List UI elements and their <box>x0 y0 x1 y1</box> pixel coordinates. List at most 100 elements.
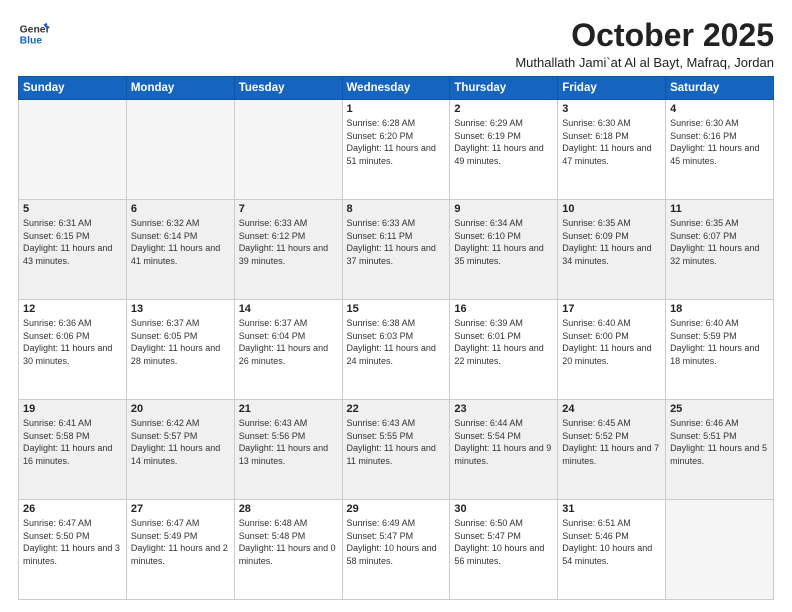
sunrise-text: Sunrise: 6:51 AM <box>562 517 661 530</box>
calendar-cell <box>234 100 342 200</box>
cell-info: Sunrise: 6:47 AMSunset: 5:50 PMDaylight:… <box>23 517 122 567</box>
calendar-cell: 26 Sunrise: 6:47 AMSunset: 5:50 PMDayligh… <box>19 500 127 600</box>
sunrise-text: Sunrise: 6:38 AM <box>347 317 446 330</box>
calendar-cell: 2Sunrise: 6:29 AMSunset: 6:19 PMDaylight… <box>450 100 558 200</box>
calendar-cell: 10 Sunrise: 6:35 AMSunset: 6:09 PMDayligh… <box>558 200 666 300</box>
weekday-header: Thursday <box>450 77 558 100</box>
calendar-cell: 30Sunrise: 6:50 AMSunset: 5:47 PMDayligh… <box>450 500 558 600</box>
daylight-text: Daylight: 11 hours and 11 minutes. <box>347 442 446 467</box>
sunrise-text: Sunrise: 6:28 AM <box>347 117 446 130</box>
day-number: 8 <box>347 203 446 215</box>
calendar-cell: 4Sunrise: 6:30 AMSunset: 6:16 PMDaylight… <box>666 100 774 200</box>
daylight-text: Daylight: 11 hours and 30 minutes. <box>23 342 122 367</box>
daylight-text: Daylight: 11 hours and 26 minutes. <box>239 342 338 367</box>
sunset-text: Sunset: 6:09 PM <box>562 230 661 243</box>
day-number: 26 <box>23 503 122 515</box>
sunrise-text: Sunrise: 6:42 AM <box>131 417 230 430</box>
cell-info: Sunrise: 6:44 AMSunset: 5:54 PMDaylight:… <box>454 417 553 467</box>
calendar-cell: 5Sunrise: 6:31 AMSunset: 6:15 PMDaylight… <box>19 200 127 300</box>
sunrise-text: Sunrise: 6:32 AM <box>131 217 230 230</box>
month-title: October 2025 <box>515 18 774 53</box>
sunset-text: Sunset: 5:50 PM <box>23 530 122 543</box>
sunset-text: Sunset: 5:48 PM <box>239 530 338 543</box>
cell-info: Sunrise: 6:35 AMSunset: 6:09 PMDaylight:… <box>562 217 661 267</box>
calendar-cell: 27Sunrise: 6:47 AMSunset: 5:49 PMDayligh… <box>126 500 234 600</box>
calendar-cell: 24Sunrise: 6:45 AMSunset: 5:52 PMDayligh… <box>558 400 666 500</box>
day-number: 10 <box>562 203 661 215</box>
day-number: 13 <box>131 303 230 315</box>
cell-info: Sunrise: 6:35 AMSunset: 6:07 PMDaylight:… <box>670 217 769 267</box>
daylight-text: Daylight: 11 hours and 43 minutes. <box>23 242 122 267</box>
daylight-text: Daylight: 11 hours and 18 minutes. <box>670 342 769 367</box>
cell-info: Sunrise: 6:34 AMSunset: 6:10 PMDaylight:… <box>454 217 553 267</box>
sunset-text: Sunset: 6:14 PM <box>131 230 230 243</box>
sunset-text: Sunset: 6:06 PM <box>23 330 122 343</box>
sunrise-text: Sunrise: 6:49 AM <box>347 517 446 530</box>
cell-info: Sunrise: 6:30 AMSunset: 6:18 PMDaylight:… <box>562 117 661 167</box>
calendar-cell: 12 Sunrise: 6:36 AMSunset: 6:06 PMDayligh… <box>19 300 127 400</box>
day-number: 29 <box>347 503 446 515</box>
cell-info: Sunrise: 6:37 AMSunset: 6:05 PMDaylight:… <box>131 317 230 367</box>
calendar-cell: 1Sunrise: 6:28 AMSunset: 6:20 PMDaylight… <box>342 100 450 200</box>
weekday-header: Sunday <box>19 77 127 100</box>
sunset-text: Sunset: 6:12 PM <box>239 230 338 243</box>
daylight-text: Daylight: 11 hours and 13 minutes. <box>239 442 338 467</box>
daylight-text: Daylight: 11 hours and 51 minutes. <box>347 142 446 167</box>
calendar-cell: 25Sunrise: 6:46 AMSunset: 5:51 PMDayligh… <box>666 400 774 500</box>
sunrise-text: Sunrise: 6:40 AM <box>670 317 769 330</box>
day-number: 7 <box>239 203 338 215</box>
cell-info: Sunrise: 6:29 AMSunset: 6:19 PMDaylight:… <box>454 117 553 167</box>
sunset-text: Sunset: 5:57 PM <box>131 430 230 443</box>
cell-info: Sunrise: 6:40 AMSunset: 5:59 PMDaylight:… <box>670 317 769 367</box>
sunset-text: Sunset: 6:01 PM <box>454 330 553 343</box>
sunrise-text: Sunrise: 6:47 AM <box>23 517 122 530</box>
sunset-text: Sunset: 5:46 PM <box>562 530 661 543</box>
daylight-text: Daylight: 11 hours and 9 minutes. <box>454 442 553 467</box>
sunrise-text: Sunrise: 6:45 AM <box>562 417 661 430</box>
cell-info: Sunrise: 6:32 AMSunset: 6:14 PMDaylight:… <box>131 217 230 267</box>
sunrise-text: Sunrise: 6:44 AM <box>454 417 553 430</box>
sunrise-text: Sunrise: 6:46 AM <box>670 417 769 430</box>
sunrise-text: Sunrise: 6:36 AM <box>23 317 122 330</box>
day-number: 12 <box>23 303 122 315</box>
calendar-cell: 13 Sunrise: 6:37 AMSunset: 6:05 PMDayligh… <box>126 300 234 400</box>
day-number: 4 <box>670 103 769 115</box>
daylight-text: Daylight: 11 hours and 39 minutes. <box>239 242 338 267</box>
calendar-table: SundayMondayTuesdayWednesdayThursdayFrid… <box>18 76 774 600</box>
daylight-text: Daylight: 11 hours and 5 minutes. <box>670 442 769 467</box>
page: General Blue October 2025 Muthallath Jam… <box>0 0 792 612</box>
calendar-cell <box>126 100 234 200</box>
sunset-text: Sunset: 6:19 PM <box>454 130 553 143</box>
calendar-cell: 28Sunrise: 6:48 AMSunset: 5:48 PMDayligh… <box>234 500 342 600</box>
sunset-text: Sunset: 5:47 PM <box>454 530 553 543</box>
cell-info: Sunrise: 6:47 AMSunset: 5:49 PMDaylight:… <box>131 517 230 567</box>
title-block: October 2025 Muthallath Jami`at Al al Ba… <box>515 18 774 70</box>
day-number: 20 <box>131 403 230 415</box>
sunrise-text: Sunrise: 6:47 AM <box>131 517 230 530</box>
daylight-text: Daylight: 10 hours and 54 minutes. <box>562 542 661 567</box>
logo-icon: General Blue <box>18 18 50 50</box>
day-number: 31 <box>562 503 661 515</box>
sunset-text: Sunset: 6:15 PM <box>23 230 122 243</box>
calendar-cell: 11 Sunrise: 6:35 AMSunset: 6:07 PMDayligh… <box>666 200 774 300</box>
daylight-text: Daylight: 11 hours and 16 minutes. <box>23 442 122 467</box>
cell-info: Sunrise: 6:33 AMSunset: 6:12 PMDaylight:… <box>239 217 338 267</box>
sunset-text: Sunset: 6:20 PM <box>347 130 446 143</box>
sunrise-text: Sunrise: 6:43 AM <box>347 417 446 430</box>
day-number: 16 <box>454 303 553 315</box>
logo: General Blue <box>18 18 54 50</box>
sunset-text: Sunset: 6:10 PM <box>454 230 553 243</box>
cell-info: Sunrise: 6:38 AMSunset: 6:03 PMDaylight:… <box>347 317 446 367</box>
calendar-cell: 31 Sunrise: 6:51 AMSunset: 5:46 PMDayligh… <box>558 500 666 600</box>
sunset-text: Sunset: 5:52 PM <box>562 430 661 443</box>
cell-info: Sunrise: 6:46 AMSunset: 5:51 PMDaylight:… <box>670 417 769 467</box>
day-number: 11 <box>670 203 769 215</box>
daylight-text: Daylight: 10 hours and 58 minutes. <box>347 542 446 567</box>
calendar-cell: 17Sunrise: 6:40 AMSunset: 6:00 PMDayligh… <box>558 300 666 400</box>
daylight-text: Daylight: 11 hours and 28 minutes. <box>131 342 230 367</box>
calendar-cell: 14Sunrise: 6:37 AMSunset: 6:04 PMDayligh… <box>234 300 342 400</box>
day-number: 28 <box>239 503 338 515</box>
daylight-text: Daylight: 11 hours and 34 minutes. <box>562 242 661 267</box>
day-number: 3 <box>562 103 661 115</box>
calendar-cell: 19Sunrise: 6:41 AMSunset: 5:58 PMDayligh… <box>19 400 127 500</box>
